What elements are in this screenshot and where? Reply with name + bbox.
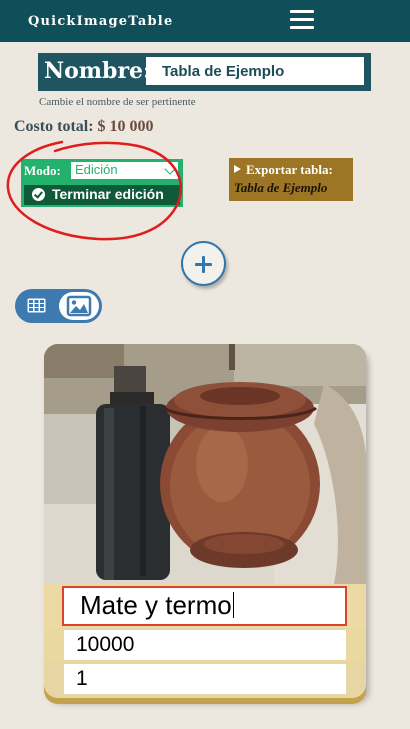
text-caret	[232, 592, 234, 618]
finish-editing-label: Terminar edición	[52, 186, 164, 202]
mode-select-value: Edición	[75, 162, 118, 177]
hamburger-icon[interactable]	[290, 10, 314, 30]
item-title-input[interactable]: Mate y termo	[62, 586, 347, 626]
mode-label: Modo:	[24, 163, 61, 178]
item-cost-input[interactable]: 10000	[64, 630, 346, 660]
cost-row: 10000	[44, 628, 366, 662]
table-name-box: Nombre:	[38, 53, 371, 91]
item-photo[interactable]	[44, 344, 366, 584]
table-name-label: Nombre:	[44, 58, 152, 84]
title-row: Mate y termo	[44, 584, 366, 628]
total-cost-amount: $ 10 000	[97, 118, 154, 135]
grid-icon[interactable]	[27, 298, 46, 313]
view-toggle	[15, 289, 102, 323]
total-cost-label: Costo total:	[14, 118, 94, 135]
top-bar: QuickImageTable	[0, 0, 410, 42]
check-circle-icon	[32, 188, 45, 201]
table-name-input[interactable]	[146, 57, 364, 85]
image-icon	[66, 295, 92, 317]
mode-panel: Modo: Edición Terminar edición	[21, 159, 183, 207]
chevron-down-icon	[164, 163, 176, 175]
add-row-button[interactable]	[181, 241, 226, 286]
item-quantity-input[interactable]: 1	[64, 664, 346, 694]
export-label: Exportar tabla:	[246, 162, 333, 177]
item-card: Mate y termo 10000 1	[44, 344, 366, 698]
mode-select[interactable]: Edición	[71, 162, 178, 179]
app-brand[interactable]: QuickImageTable	[28, 14, 173, 29]
quantity-row: 1	[44, 662, 366, 698]
item-title-text: Mate y termo	[80, 590, 232, 620]
table-name-hint: Cambie el nombre de ser pertinente	[39, 96, 196, 108]
image-view-button[interactable]	[59, 292, 99, 320]
export-table-name: Tabla de Ejemplo	[234, 180, 328, 195]
total-cost: Costo total: $ 10 000	[14, 118, 154, 136]
export-title: Exportar tabla:	[234, 162, 333, 178]
export-table-button[interactable]: Exportar tabla: Tabla de Ejemplo	[229, 158, 353, 201]
finish-editing-button[interactable]: Terminar edición	[24, 185, 180, 205]
play-triangle-icon	[234, 165, 241, 173]
